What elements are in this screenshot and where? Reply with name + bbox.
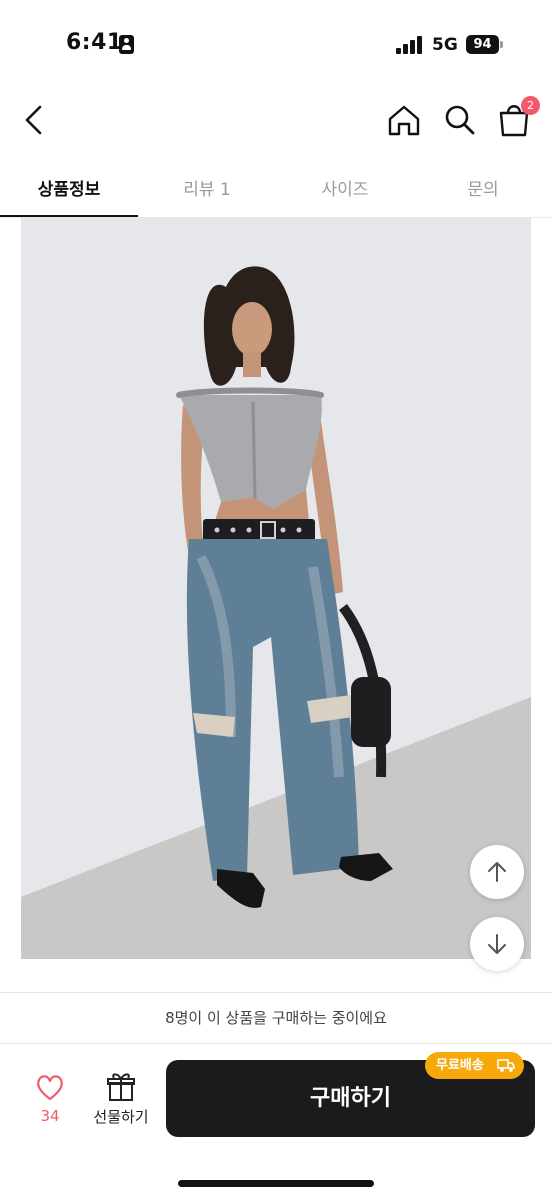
- nav-bar: 2: [0, 90, 552, 150]
- product-photo[interactable]: [21, 217, 531, 959]
- chevron-left-icon: [25, 105, 42, 135]
- person-icon: [119, 35, 134, 54]
- battery-icon: 94: [466, 35, 499, 54]
- arrow-up-icon: [488, 862, 506, 882]
- gift-button[interactable]: 선물하기: [86, 1072, 156, 1130]
- network-label: 5G: [432, 35, 458, 55]
- search-button[interactable]: [440, 100, 480, 140]
- free-shipping-badge: 무료배송: [425, 1052, 524, 1079]
- like-button[interactable]: 34: [24, 1072, 76, 1130]
- free-shipping-label: 무료배송: [436, 1058, 484, 1073]
- gift-icon: [107, 1073, 135, 1101]
- tab-size[interactable]: 사이즈: [276, 160, 414, 218]
- cart-button[interactable]: 2: [494, 96, 540, 142]
- truck-icon: [497, 1059, 515, 1072]
- heart-icon: [37, 1075, 63, 1101]
- signal-icon: [396, 36, 423, 54]
- scroll-down-button[interactable]: [470, 917, 524, 971]
- tab-reviews[interactable]: 리뷰 1: [138, 160, 276, 218]
- battery-tip: [500, 41, 503, 48]
- product-model-image: [21, 217, 531, 959]
- arrow-down-icon: [488, 934, 506, 954]
- tab-inquiry[interactable]: 문의: [414, 160, 552, 218]
- home-button[interactable]: [384, 100, 424, 140]
- back-button[interactable]: [16, 100, 52, 140]
- home-icon: [388, 105, 420, 136]
- gift-label: 선물하기: [93, 1108, 149, 1126]
- cart-count-badge: 2: [521, 96, 540, 115]
- status-bar: 6:41 5G 94: [0, 0, 552, 80]
- scroll-up-button[interactable]: [470, 845, 524, 899]
- buyers-notice: 8명이 이 상품을 구매하는 중이에요: [165, 1009, 387, 1027]
- status-time: 6:41: [66, 30, 123, 55]
- search-icon: [445, 105, 475, 135]
- tab-bar: 상품정보 리뷰 1 사이즈 문의: [0, 160, 552, 218]
- home-indicator: [178, 1180, 374, 1187]
- tab-product-info[interactable]: 상품정보: [0, 160, 138, 218]
- divider: [0, 1043, 552, 1044]
- like-count: 34: [40, 1107, 60, 1125]
